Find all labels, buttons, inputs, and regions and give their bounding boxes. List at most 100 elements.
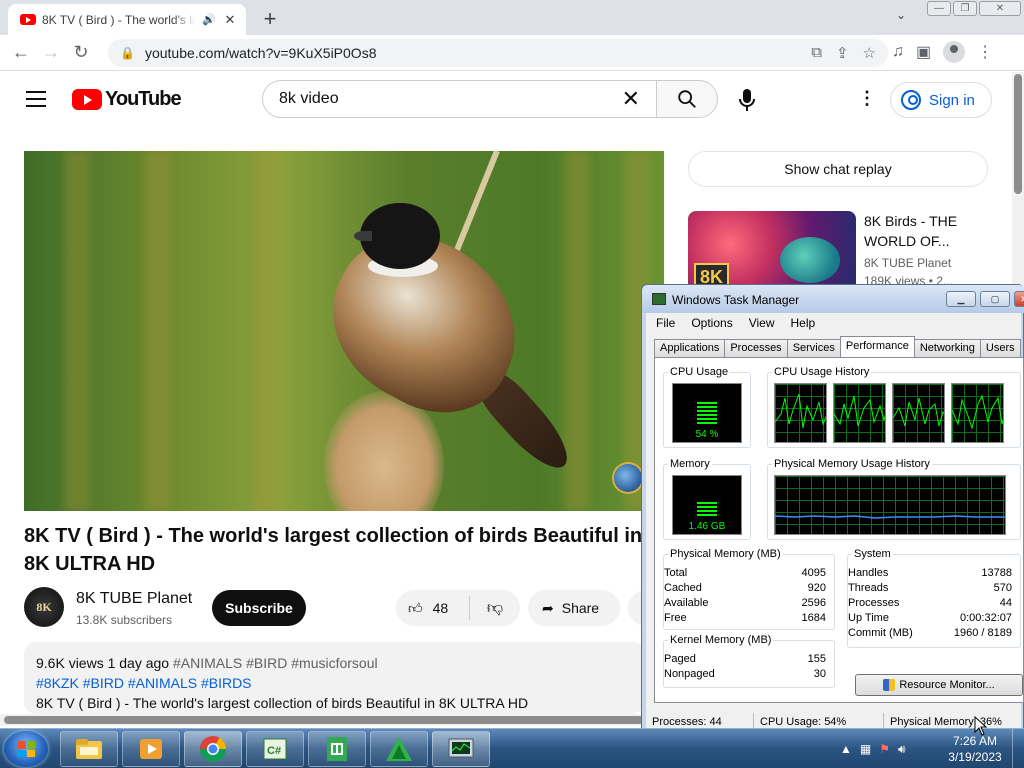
video-player[interactable] [24,151,664,511]
restore-button[interactable]: ❐ [953,1,977,16]
task-manager-taskbar-icon[interactable] [432,731,490,767]
hamburger-menu-icon[interactable] [26,91,46,107]
forward-arrow-icon[interactable]: → [36,42,66,63]
like-count: 48 [432,600,449,616]
menu-help[interactable]: Help [791,316,816,330]
show-chat-replay-button[interactable]: Show chat replay [688,151,988,187]
task-manager-app-icon [652,293,666,305]
browser-tab[interactable]: 8K TV ( Bird ) - The world's la 🔊 ✕ [8,4,246,35]
hashtags-line-1[interactable]: #ANIMALS #BIRD #musicforsoul [173,655,378,671]
speaker-icon[interactable]: 🔊 [202,13,216,26]
clear-search-icon[interactable]: ✕ [622,86,640,112]
thumbs-up-icon: 👍︎ [408,599,423,616]
menu-options[interactable]: Options [691,316,732,330]
like-button[interactable]: 👍︎ 48 [396,596,470,620]
physical-memory-group: Physical Memory (MB) Total 4095 Cached 920… [663,548,835,630]
tab-services[interactable]: Services [786,339,841,357]
video-description[interactable]: 9.6K views 1 day ago #ANIMALS #BIRD #mus… [24,642,644,714]
chrome-menu-icon[interactable]: ⋮ [977,42,993,62]
tab-title: 8K TV ( Bird ) - The world's la [42,12,197,27]
chrome-taskbar-icon[interactable] [184,731,242,767]
window-controls: — ❐ ✕ [927,1,1021,16]
csharp-editor-taskbar-icon[interactable]: C# [246,731,304,767]
channel-name[interactable]: 8K TUBE Planet [76,590,192,608]
open-in-app-icon[interactable]: ⧉ [811,44,822,62]
side-panel-icon[interactable]: ▣ [916,42,931,62]
subscribe-button[interactable]: Subscribe [212,590,306,626]
description-text: 8K TV ( Bird ) - The world's largest col… [36,695,529,711]
globe-icon [614,464,642,492]
taskbar-clock[interactable]: 7:26 AM 3/19/2023 [942,733,1008,765]
subscriber-count: 13.8K subscribers [76,613,173,627]
windows-taskbar: C# ▲ ▦ ⚑ 🔊︎ 7:26 AM 3/19/2023 [0,728,1024,768]
sign-in-button[interactable]: Sign in [890,82,992,118]
search-query[interactable]: 8k video [279,90,622,108]
reload-icon[interactable]: ↻ [66,42,96,63]
tm-close-button[interactable]: ✕ [1014,291,1024,307]
media-control-icon[interactable]: ♫ [892,43,904,61]
cpu-history-group: CPU Usage History [767,366,1021,448]
performance-panel: CPU Usage 54 % CPU Usage History Memory [654,357,1024,703]
task-manager-tabs: Applications Processes Services Performa… [654,336,1021,357]
profile-avatar-icon[interactable] [943,41,966,63]
channel-row: 8K 8K TUBE Planet 13.8K subscribers Subs… [24,587,658,629]
system-tray: ▲ ▦ ⚑ 🔊︎ [840,729,906,768]
green-triangle-app-taskbar-icon[interactable] [370,731,428,767]
close-tab-icon[interactable]: ✕ [222,12,238,28]
menu-view[interactable]: View [749,316,775,330]
thumbs-down-icon: 👎︎ [486,599,504,617]
action-center-flag-icon[interactable]: ⚑ [879,742,890,756]
lock-icon[interactable]: 🔒 [120,46,135,60]
menu-file[interactable]: File [656,316,675,330]
resource-monitor-button[interactable]: Resource Monitor... [855,674,1023,696]
cpu-history-graph-core-4 [951,383,1004,443]
microphone-icon[interactable] [738,88,756,117]
tab-performance[interactable]: Performance [839,336,915,357]
system-group: System Handles 13788 Threads 570 Processes… [847,548,1021,648]
show-hidden-icons-icon[interactable]: ▲ [840,742,852,756]
cpu-usage-meter: 54 % [672,383,742,443]
youtube-logo[interactable]: YouTube [72,88,182,111]
search-input[interactable]: 8k video ✕ [262,80,656,118]
memory-history-group: Physical Memory Usage History [767,458,1021,540]
start-button[interactable] [4,731,48,767]
tab-processes[interactable]: Processes [724,339,788,357]
task-manager-window: Windows Task Manager ▁ ▢ ✕ File Options … [641,284,1024,738]
explorer-taskbar-icon[interactable] [60,731,118,767]
address-bar[interactable]: 🔒 youtube.com/watch?v=9KuX5iP0Os8 ⧉ ⇪ ☆ [108,39,888,67]
new-tab-button[interactable]: + [258,6,282,32]
tab-networking[interactable]: Networking [913,339,981,357]
stat-row: Threads 570 [848,582,1012,594]
task-manager-titlebar[interactable]: Windows Task Manager ▁ ▢ ✕ [642,285,1024,313]
stat-row: Nonpaged 30 [664,668,826,680]
cpu-usage-value: 54 % [695,429,719,440]
tab-search-chevron-icon[interactable]: ⌄ [896,8,906,22]
recommended-video-title[interactable]: 8K Birds - THE WORLD OF... [864,211,994,251]
hashtags-line-2[interactable]: #8KZK #BIRD #ANIMALS #BIRDS [36,673,632,693]
media-player-taskbar-icon[interactable] [122,731,180,767]
spreadsheet-app-taskbar-icon[interactable] [308,731,366,767]
network-icon[interactable]: ▦ [860,742,871,756]
back-arrow-icon[interactable]: ← [6,42,36,63]
show-desktop-button[interactable] [1012,729,1024,768]
minimize-button[interactable]: — [927,1,951,16]
close-window-button[interactable]: ✕ [979,1,1021,16]
share-icon[interactable]: ⇪ [836,44,849,62]
stat-row: Handles 13788 [848,567,1012,579]
tm-minimize-button[interactable]: ▁ [946,291,976,307]
kernel-memory-heading: Kernel Memory (MB) [668,634,774,646]
url-text[interactable]: youtube.com/watch?v=9KuX5iP0Os8 [145,45,377,61]
tab-applications[interactable]: Applications [654,339,726,357]
recommended-channel-name[interactable]: 8K TUBE Planet [864,256,951,270]
tm-maximize-button[interactable]: ▢ [980,291,1010,307]
settings-kebab-icon[interactable]: ⋮ [858,88,876,109]
search-button[interactable] [656,80,718,118]
stat-row: Cached 920 [664,582,826,594]
bookmark-star-icon[interactable]: ☆ [863,44,876,62]
tab-users[interactable]: Users [979,339,1021,357]
channel-avatar[interactable]: 8K [24,587,64,627]
windows-logo-icon [17,741,35,757]
volume-icon[interactable]: 🔊︎ [898,742,906,757]
share-button[interactable]: ➦ Share [528,590,620,626]
dislike-button[interactable]: 👎︎ [470,599,520,618]
